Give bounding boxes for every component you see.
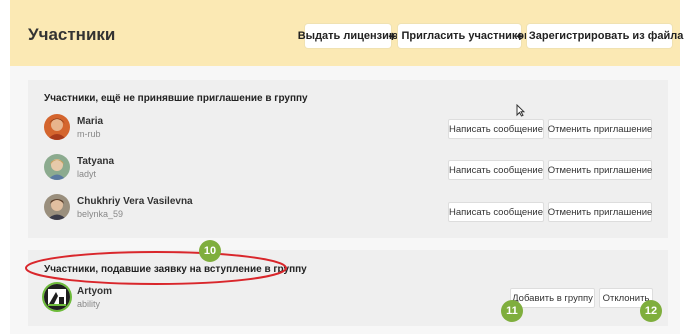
annotation-badge-12: 12 [640, 300, 662, 322]
annotation-badge-10: 10 [199, 240, 221, 262]
mouse-cursor-icon [516, 103, 526, 122]
annotation-overlay [25, 251, 287, 285]
highlight-ellipse [25, 251, 287, 285]
annotation-badge-11: 11 [501, 300, 523, 322]
